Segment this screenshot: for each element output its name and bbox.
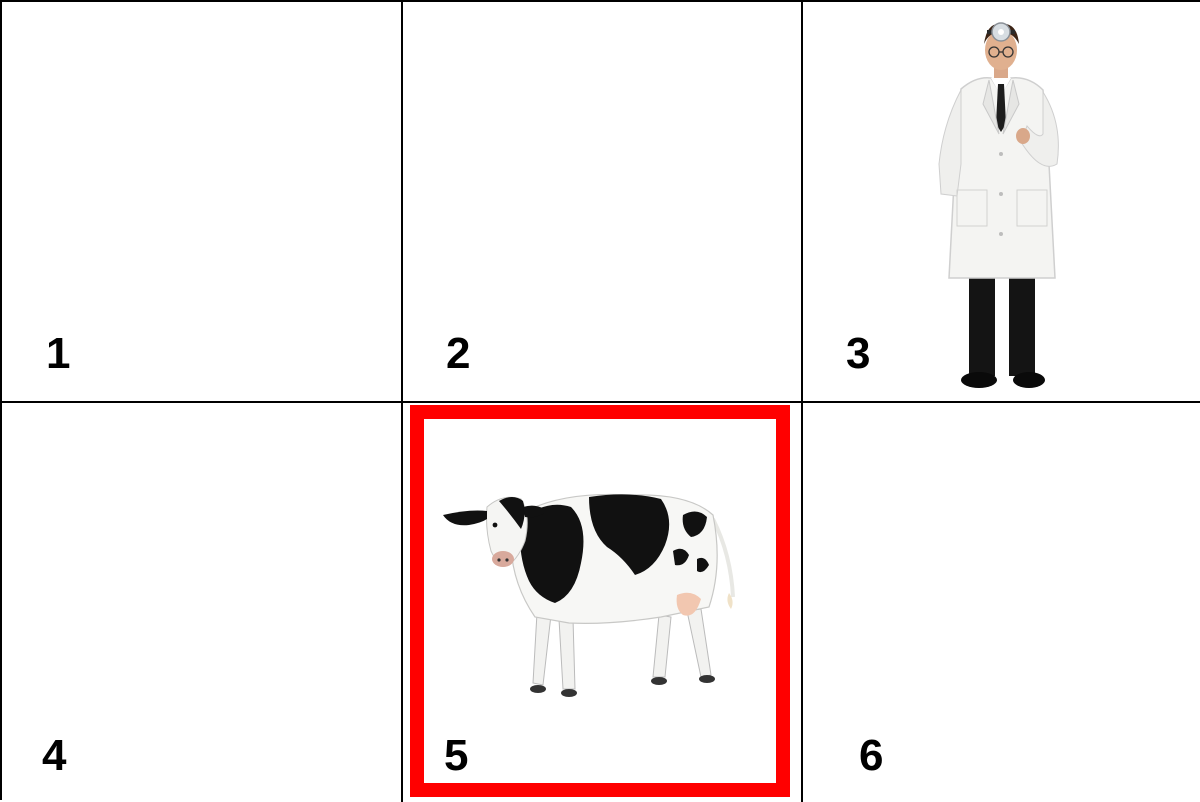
grid-cell-5[interactable]: 5 [403,403,801,800]
grid-cell-2[interactable]: 2 [403,2,801,401]
cell-number-label: 3 [846,329,871,378]
grid-cell-1[interactable]: 1 [2,2,401,401]
grid-cell-4[interactable]: 4 [2,403,401,800]
cell-number-label: 4 [42,731,67,780]
grid-divider [2,401,1200,403]
doctor-icon [938,22,1059,388]
cell-number-label: 5 [444,731,469,780]
cow-icon [443,493,735,697]
image-grid: 1 2 3 4 5 6 [0,0,1200,802]
grid-cell-3[interactable]: 3 [803,2,1200,401]
grid-cell-6[interactable]: 6 [803,403,1200,800]
cell-number-label: 2 [446,329,471,378]
cell-number-label: 6 [859,731,884,780]
cell-number-label: 1 [46,329,71,378]
